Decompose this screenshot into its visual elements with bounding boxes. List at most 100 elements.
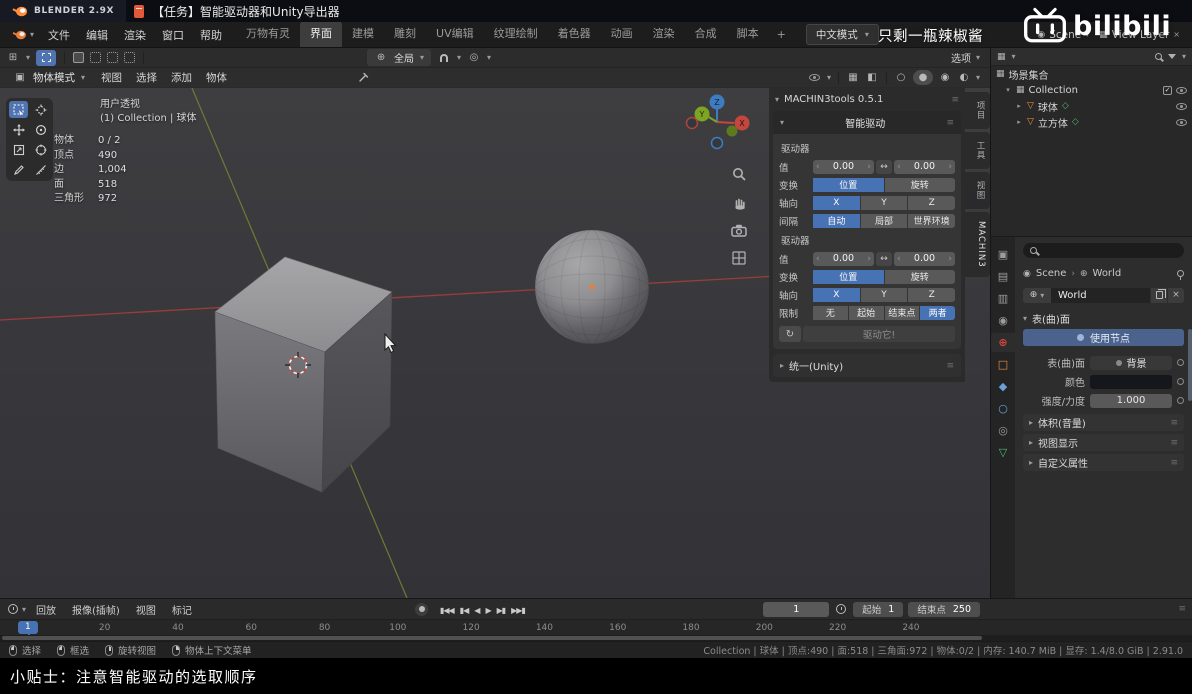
- viewport-menu-item[interactable]: 添加: [164, 70, 199, 86]
- timeline-menu-item[interactable]: 报像(插帧): [64, 604, 128, 619]
- space-option[interactable]: 自动: [813, 213, 860, 228]
- language-mode-dropdown[interactable]: 中文模式 ▾: [805, 24, 879, 45]
- expand-arrow-icon[interactable]: ▾: [1004, 86, 1012, 94]
- properties-tab[interactable]: ▣: [991, 245, 1015, 264]
- scale-tool[interactable]: [9, 141, 28, 158]
- sphere-object[interactable]: [535, 230, 649, 344]
- swap-values-icon[interactable]: ↔: [876, 159, 892, 174]
- strength-field[interactable]: 1.000: [1090, 393, 1172, 408]
- animate-dot-icon[interactable]: [1177, 397, 1184, 404]
- editor-type-clock-icon[interactable]: [6, 602, 20, 616]
- world-name-field[interactable]: World: [1051, 287, 1150, 303]
- tool-options-dropdown[interactable]: 选项 ▾: [951, 50, 984, 65]
- workspace-tab[interactable]: 着色器: [548, 20, 601, 47]
- select-mode-icon[interactable]: [107, 52, 119, 63]
- drive-it-button[interactable]: 驱动它!: [803, 326, 955, 342]
- unlink-icon[interactable]: ×: [1168, 287, 1184, 303]
- axis-option[interactable]: X: [813, 195, 860, 210]
- axis-option[interactable]: Z: [908, 287, 956, 302]
- object-visibility-icon[interactable]: [808, 71, 822, 85]
- zoom-icon[interactable]: [729, 164, 749, 184]
- timeline-menu-item[interactable]: 视图: [128, 604, 164, 619]
- transform-option[interactable]: 旋转: [884, 269, 955, 284]
- driver2-value-end[interactable]: 0.00: [894, 251, 955, 266]
- properties-tab[interactable]: ◆: [991, 377, 1015, 396]
- axis-option[interactable]: X: [813, 287, 860, 302]
- shading-rendered-icon[interactable]: ◐: [957, 71, 971, 85]
- orthographic-grid-icon[interactable]: [729, 248, 749, 268]
- smart-drive-panel-header[interactable]: ▾ 智能驱动 ≡: [773, 111, 961, 134]
- select-box-tool[interactable]: [9, 101, 28, 118]
- n-panel-tab[interactable]: MACHIN3: [965, 212, 990, 277]
- addon-header[interactable]: ▾ MACHIN3tools 0.5.1 ≡: [773, 90, 961, 109]
- limit-option[interactable]: 两者: [920, 305, 955, 320]
- axis-option[interactable]: Y: [860, 287, 908, 302]
- workspace-tab[interactable]: 渲染: [643, 20, 685, 47]
- workspace-tab[interactable]: 动画: [601, 20, 643, 47]
- axis-neg-x[interactable]: [685, 116, 699, 130]
- breadcrumb-world[interactable]: World: [1093, 268, 1122, 279]
- workspace-tab[interactable]: 万物有灵: [236, 20, 300, 47]
- menu-item[interactable]: 编辑: [78, 26, 116, 45]
- menu-item[interactable]: 文件: [40, 26, 78, 45]
- drag-grip-icon[interactable]: ≡: [946, 361, 954, 371]
- transform-option[interactable]: 旋转: [884, 177, 955, 192]
- start-frame-field[interactable]: 起始 1: [853, 601, 904, 617]
- axis-neg-y[interactable]: [726, 125, 738, 137]
- workspace-tab[interactable]: 脚本: [727, 20, 769, 47]
- search-icon[interactable]: [1154, 53, 1162, 60]
- transport-button[interactable]: ▶: [482, 604, 493, 617]
- xray-toggle-icon[interactable]: ◧: [865, 71, 879, 85]
- viewport-menu-item[interactable]: 选择: [129, 70, 164, 86]
- n-panel-tab[interactable]: 工具: [965, 132, 990, 169]
- snap-magnet-icon[interactable]: [437, 51, 451, 65]
- scrollbar-thumb[interactable]: [2, 636, 982, 640]
- drag-grip-icon[interactable]: ≡: [1178, 604, 1186, 614]
- shading-solid-icon[interactable]: ●: [912, 70, 933, 85]
- select-mode-icon[interactable]: [73, 52, 85, 63]
- use-nodes-button[interactable]: 使用节点: [1023, 329, 1184, 346]
- properties-tab[interactable]: □: [991, 355, 1015, 374]
- outliner-row-cube[interactable]: ▸ ▽ 立方体 ◇: [991, 114, 1192, 130]
- driver1-value-start[interactable]: 0.00: [813, 159, 874, 174]
- active-tool-button[interactable]: [36, 49, 57, 66]
- playhead-marker[interactable]: 1: [18, 621, 38, 635]
- transport-button[interactable]: ▶▮: [494, 604, 509, 617]
- app-menu-button[interactable]: ▾: [6, 30, 40, 40]
- workspace-tab[interactable]: 雕刻: [384, 20, 426, 47]
- workspace-tab[interactable]: UV编辑: [426, 20, 484, 47]
- drag-grip-icon[interactable]: ≡: [946, 118, 954, 128]
- axis-z-label[interactable]: Z: [714, 98, 720, 107]
- collapsed-panel-header[interactable]: ▸ 自定义属性 ≡: [1023, 454, 1184, 471]
- transform-option[interactable]: 位置: [813, 177, 884, 192]
- transport-button[interactable]: ▮◀: [457, 604, 472, 617]
- annotate-tool[interactable]: [9, 161, 28, 178]
- viewport-menu-item[interactable]: 物体: [199, 70, 234, 86]
- pin-icon[interactable]: [1177, 270, 1184, 280]
- end-frame-field[interactable]: 结束点 250: [908, 601, 980, 617]
- transform-tool[interactable]: [31, 141, 50, 158]
- menu-item[interactable]: 帮助: [192, 26, 230, 45]
- 3d-viewport[interactable]: ⊞ ▾ ⊕ 全局 ▾ ▾ ◎ ▾ 选项 ▾ ▣ 物体模式 ▾ 视图 选择 添加 …: [0, 48, 990, 598]
- timeline-ruler[interactable]: 20 40 60 80 100 120 140 160 180 200 220 240 1: [0, 619, 1192, 635]
- axis-y-label[interactable]: Y: [699, 110, 705, 119]
- properties-tab[interactable]: ▥: [991, 289, 1015, 308]
- surface-shader-field[interactable]: 背景: [1090, 355, 1172, 370]
- n-panel-tab[interactable]: 项目: [965, 92, 990, 129]
- copy-datablock-icon[interactable]: [1151, 287, 1167, 303]
- proportional-editing-icon[interactable]: ◎: [467, 51, 481, 65]
- current-frame-field[interactable]: 1: [763, 601, 830, 617]
- color-swatch[interactable]: [1090, 374, 1172, 389]
- select-mode-icon[interactable]: [124, 52, 136, 63]
- shading-wireframe-icon[interactable]: ○: [894, 71, 908, 85]
- transform-orientation-dropdown[interactable]: ⊕ 全局 ▾: [367, 49, 432, 66]
- move-tool[interactable]: [9, 121, 28, 138]
- outliner-row-sphere[interactable]: ▸ ▽ 球体 ◇: [991, 98, 1192, 114]
- visibility-eye-icon[interactable]: [1176, 102, 1187, 110]
- pipette-icon[interactable]: [356, 71, 370, 85]
- properties-tab[interactable]: ▽: [991, 443, 1015, 462]
- rotate-tool[interactable]: [31, 121, 50, 138]
- show-overlays-icon[interactable]: ▦: [846, 71, 860, 85]
- navigation-gizmo[interactable]: Z X Y: [680, 90, 756, 166]
- surface-panel-header[interactable]: ▾ 表(曲)面: [1023, 310, 1184, 327]
